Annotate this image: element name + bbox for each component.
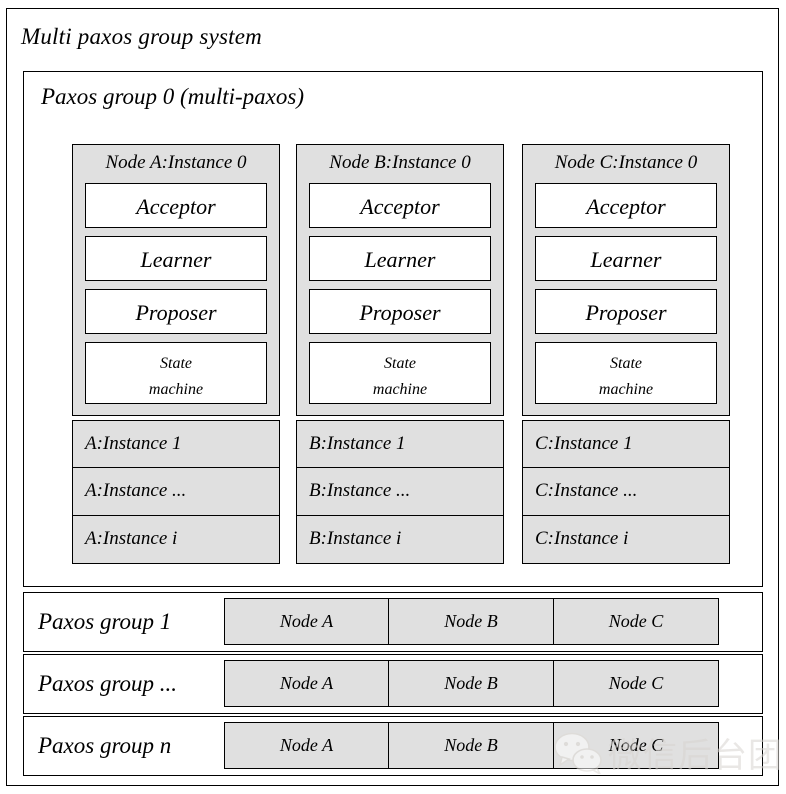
paxos-group-ellipsis-row: Paxos group ... Node A Node B Node C: [23, 654, 763, 714]
node-b-state-machine-line-1: State: [384, 355, 416, 372]
node-b-instance-row: B:Instance 1: [296, 420, 504, 468]
node-columns: Node A:Instance 0 Acceptor Learner Propo…: [24, 72, 764, 588]
node-c-state-machine-line-1: State: [610, 355, 642, 372]
system-title: Multi paxos group system: [21, 24, 262, 49]
node-a-proposer-box: Proposer: [85, 289, 267, 334]
node-b-learner-box: Learner: [309, 236, 491, 281]
node-column-a: Node A:Instance 0 Acceptor Learner Propo…: [72, 144, 280, 564]
node-c-instance-row: C:Instance 1: [522, 420, 730, 468]
paxos-group-ellipsis-node-a: Node A: [224, 660, 389, 707]
node-a-state-machine-box: State machine: [85, 342, 267, 404]
node-a-instance-0-box: Node A:Instance 0 Acceptor Learner Propo…: [72, 144, 280, 416]
paxos-group-ellipsis-title: Paxos group ...: [38, 671, 178, 696]
paxos-group-1-node-c: Node C: [554, 598, 719, 645]
node-a-instance-row: A:Instance 1: [72, 420, 280, 468]
node-c-instance-row: C:Instance i: [522, 516, 730, 564]
node-column-b: Node B:Instance 0 Acceptor Learner Propo…: [296, 144, 504, 564]
paxos-group-1-node-a: Node A: [224, 598, 389, 645]
node-c-state-machine-line-2: machine: [598, 381, 654, 399]
node-a-instance-row: A:Instance ...: [72, 468, 280, 516]
node-a-state-machine-line-2: machine: [148, 381, 204, 399]
node-b-instance-0-box: Node B:Instance 0 Acceptor Learner Propo…: [296, 144, 504, 416]
paxos-group-1-title: Paxos group 1: [38, 609, 172, 634]
node-c-instance-row: C:Instance ...: [522, 468, 730, 516]
diagram-canvas: Multi paxos group system Paxos group 0 (…: [0, 0, 786, 794]
paxos-group-1-node-b: Node B: [389, 598, 554, 645]
node-c-instance-0-box: Node C:Instance 0 Acceptor Learner Propo…: [522, 144, 730, 416]
paxos-group-n-node-c: Node C: [554, 722, 719, 769]
node-c-state-machine-box: State machine: [535, 342, 717, 404]
paxos-group-n-node-a: Node A: [224, 722, 389, 769]
node-a-learner-box: Learner: [85, 236, 267, 281]
node-b-state-machine-line-2: machine: [372, 381, 428, 399]
paxos-group-1-row: Paxos group 1 Node A Node B Node C: [23, 592, 763, 652]
node-c-acceptor-box: Acceptor: [535, 183, 717, 228]
paxos-group-n-title: Paxos group n: [38, 733, 172, 758]
paxos-group-0-box: Paxos group 0 (multi-paxos) Node A:Insta…: [23, 71, 763, 587]
paxos-group-n-node-cells: Node A Node B Node C: [224, 722, 719, 769]
node-a-acceptor-box: Acceptor: [85, 183, 267, 228]
node-b-instance-row: B:Instance ...: [296, 468, 504, 516]
node-b-instance-0-title: Node B:Instance 0: [329, 152, 471, 173]
paxos-group-ellipsis-node-b: Node B: [389, 660, 554, 707]
node-b-instance-row: B:Instance i: [296, 516, 504, 564]
node-c-learner-box: Learner: [535, 236, 717, 281]
paxos-group-ellipsis-node-c: Node C: [554, 660, 719, 707]
node-column-c: Node C:Instance 0 Acceptor Learner Propo…: [522, 144, 730, 564]
paxos-group-n-row: Paxos group n Node A Node B Node C: [23, 716, 763, 776]
node-c-instance-0-title: Node C:Instance 0: [554, 152, 698, 173]
node-c-proposer-box: Proposer: [535, 289, 717, 334]
node-b-proposer-box: Proposer: [309, 289, 491, 334]
node-a-state-machine-line-1: State: [160, 355, 192, 372]
multi-paxos-system-frame: Multi paxos group system Paxos group 0 (…: [6, 8, 779, 786]
node-a-instance-0-title: Node A:Instance 0: [105, 152, 247, 173]
paxos-group-n-node-b: Node B: [389, 722, 554, 769]
paxos-group-1-node-cells: Node A Node B Node C: [224, 598, 719, 645]
paxos-group-ellipsis-node-cells: Node A Node B Node C: [224, 660, 719, 707]
node-a-instance-row: A:Instance i: [72, 516, 280, 564]
node-b-acceptor-box: Acceptor: [309, 183, 491, 228]
node-b-state-machine-box: State machine: [309, 342, 491, 404]
